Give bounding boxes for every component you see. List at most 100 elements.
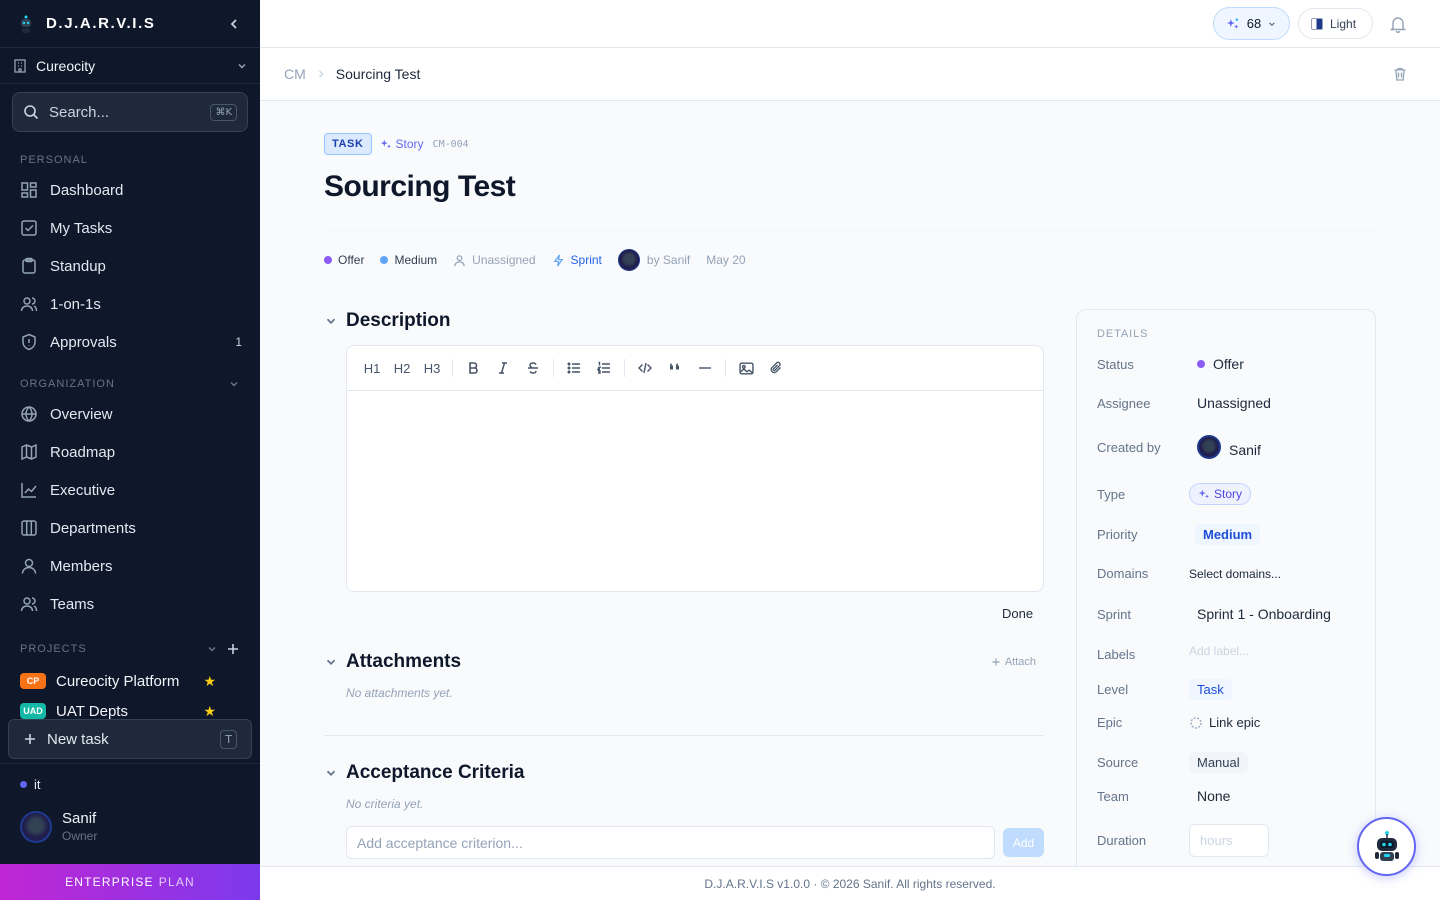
task-id: CM-004 bbox=[432, 138, 469, 150]
sidebar-item-members[interactable]: Members bbox=[20, 550, 242, 582]
detail-domains[interactable]: Domains Select domains... bbox=[1097, 566, 1357, 581]
detail-duration: Duration bbox=[1097, 824, 1357, 857]
task-type-tag[interactable]: Story bbox=[380, 137, 424, 151]
detail-status[interactable]: Status Offer bbox=[1097, 356, 1357, 372]
sidebar-item-departments[interactable]: Departments bbox=[20, 512, 242, 544]
project-item-cureocity-platform[interactable]: CP Cureocity Platform ★ bbox=[20, 668, 216, 694]
heading-3-button[interactable]: H3 bbox=[417, 353, 447, 383]
acceptance-criteria-header[interactable]: Acceptance Criteria bbox=[324, 762, 1036, 784]
star-icon[interactable]: ★ bbox=[203, 703, 216, 720]
detail-priority[interactable]: Priority Medium bbox=[1097, 524, 1357, 545]
sidebar-item-teams[interactable]: Teams bbox=[20, 588, 242, 620]
duration-hours-input[interactable] bbox=[1189, 824, 1269, 857]
bell-icon[interactable] bbox=[1389, 15, 1407, 33]
chevron-down-icon bbox=[238, 63, 246, 69]
star-icon[interactable]: ★ bbox=[203, 673, 216, 690]
user-profile[interactable]: Sanif Owner bbox=[20, 810, 97, 843]
users-icon bbox=[20, 297, 38, 312]
detail-label: Created by bbox=[1097, 439, 1161, 455]
clipboard-icon bbox=[22, 257, 36, 274]
breadcrumb-project[interactable]: CM bbox=[284, 66, 306, 82]
sidebar-item-approvals[interactable]: Approvals 1 bbox=[20, 326, 242, 358]
level-pill[interactable]: Task bbox=[1189, 679, 1232, 700]
attachments-header[interactable]: Attachments Attach bbox=[324, 651, 1036, 673]
divider bbox=[0, 763, 260, 764]
trash-icon[interactable] bbox=[1392, 66, 1408, 82]
quote-button[interactable] bbox=[660, 353, 690, 383]
image-button[interactable] bbox=[731, 353, 761, 383]
sidebar-item-label: Dashboard bbox=[50, 181, 124, 199]
sidebar-item-my-tasks[interactable]: My Tasks bbox=[20, 212, 242, 244]
attach-file-button[interactable] bbox=[761, 353, 791, 383]
theme-toggle[interactable]: Light bbox=[1298, 8, 1373, 39]
new-task-button[interactable]: New task T bbox=[8, 719, 252, 759]
sidebar-item-label: 1-on-1s bbox=[50, 295, 101, 313]
detail-label: Source bbox=[1097, 755, 1139, 770]
project-code-tag: CP bbox=[20, 673, 46, 689]
horizontal-rule-button[interactable] bbox=[690, 353, 720, 383]
breadcrumb: CM Sourcing Test bbox=[260, 48, 1440, 101]
heading-1-button[interactable]: H1 bbox=[357, 353, 387, 383]
bold-button[interactable] bbox=[458, 353, 488, 383]
section-personal: PERSONAL bbox=[20, 154, 240, 166]
search-input[interactable]: Search... ⌘K bbox=[12, 92, 248, 132]
italic-button[interactable] bbox=[488, 353, 518, 383]
avatar bbox=[617, 249, 640, 271]
sidebar-item-roadmap[interactable]: Roadmap bbox=[20, 436, 242, 468]
meta-priority[interactable]: Medium bbox=[380, 253, 437, 267]
sidebar-item-overview[interactable]: Overview bbox=[20, 398, 242, 430]
meta-status[interactable]: Offer bbox=[324, 253, 364, 267]
type-pill[interactable]: Story bbox=[1189, 483, 1252, 505]
sidebar-item-standup[interactable]: Standup bbox=[20, 250, 242, 282]
chevron-down-icon bbox=[326, 770, 336, 776]
image-icon bbox=[738, 361, 754, 375]
heading-2-button[interactable]: H2 bbox=[387, 353, 417, 383]
add-criterion-button[interactable]: Add bbox=[1003, 828, 1044, 857]
numbered-list-button[interactable] bbox=[589, 353, 619, 383]
search-shortcut: ⌘K bbox=[210, 103, 237, 121]
description-header[interactable]: Description bbox=[324, 310, 1036, 332]
sidebar-item-dashboard[interactable]: Dashboard bbox=[20, 174, 242, 206]
ai-credits-button[interactable]: 68 bbox=[1213, 7, 1290, 40]
detail-sprint[interactable]: Sprint Sprint 1 - Onboarding bbox=[1097, 606, 1357, 622]
collapse-sidebar-icon[interactable] bbox=[226, 16, 242, 32]
meta-assignee[interactable]: Unassigned bbox=[453, 253, 536, 267]
acceptance-criterion-input[interactable] bbox=[346, 826, 995, 859]
toolbar-divider bbox=[725, 359, 726, 377]
task-type-row: TASK Story CM-004 bbox=[324, 133, 469, 155]
detail-epic[interactable]: Epic Link epic bbox=[1097, 715, 1357, 730]
add-project-icon[interactable] bbox=[226, 642, 240, 656]
priority-pill[interactable]: Medium bbox=[1195, 524, 1261, 545]
meta-creator-label: by Sanif bbox=[646, 253, 691, 267]
section-organization[interactable]: ORGANIZATION bbox=[20, 378, 240, 390]
enterprise-plan-banner[interactable]: ENTERPRISE PLAN bbox=[0, 864, 260, 900]
chevron-down-icon[interactable] bbox=[206, 643, 218, 655]
detail-assignee[interactable]: Assignee Unassigned bbox=[1097, 395, 1357, 411]
detail-source[interactable]: Source Manual bbox=[1097, 752, 1357, 773]
detail-labels[interactable]: Labels Add label... bbox=[1097, 643, 1357, 663]
detail-value: Unassigned bbox=[1197, 395, 1271, 411]
acceptance-empty-text: No criteria yet. bbox=[346, 797, 424, 811]
task-title[interactable]: Sourcing Test bbox=[324, 170, 516, 204]
detail-label: Domains bbox=[1097, 566, 1149, 581]
department-indicator[interactable]: it bbox=[20, 777, 41, 792]
detail-value: Select domains... bbox=[1189, 566, 1282, 581]
sidebar-item-executive[interactable]: Executive bbox=[20, 474, 242, 506]
detail-team[interactable]: Team None bbox=[1097, 788, 1357, 804]
description-editor[interactable]: H1 H2 H3 bbox=[346, 345, 1044, 592]
section-heading: Attachments bbox=[346, 651, 462, 672]
source-pill[interactable]: Manual bbox=[1189, 752, 1248, 773]
department-name: it bbox=[34, 777, 41, 792]
attach-button[interactable]: Attach bbox=[991, 656, 1036, 668]
strikethrough-button[interactable] bbox=[518, 353, 548, 383]
code-button[interactable] bbox=[630, 353, 660, 383]
ai-assistant-button[interactable] bbox=[1357, 817, 1416, 876]
done-button[interactable]: Done bbox=[1002, 606, 1033, 621]
detail-level[interactable]: Level Task bbox=[1097, 679, 1357, 700]
bullet-list-button[interactable] bbox=[559, 353, 589, 383]
meta-sprint[interactable]: Sprint bbox=[552, 253, 602, 267]
detail-type[interactable]: Type Story bbox=[1097, 483, 1357, 505]
status-dot bbox=[20, 781, 27, 788]
workspace-switcher[interactable]: Cureocity bbox=[0, 48, 260, 84]
sidebar-item-1-on-1s[interactable]: 1-on-1s bbox=[20, 288, 242, 320]
